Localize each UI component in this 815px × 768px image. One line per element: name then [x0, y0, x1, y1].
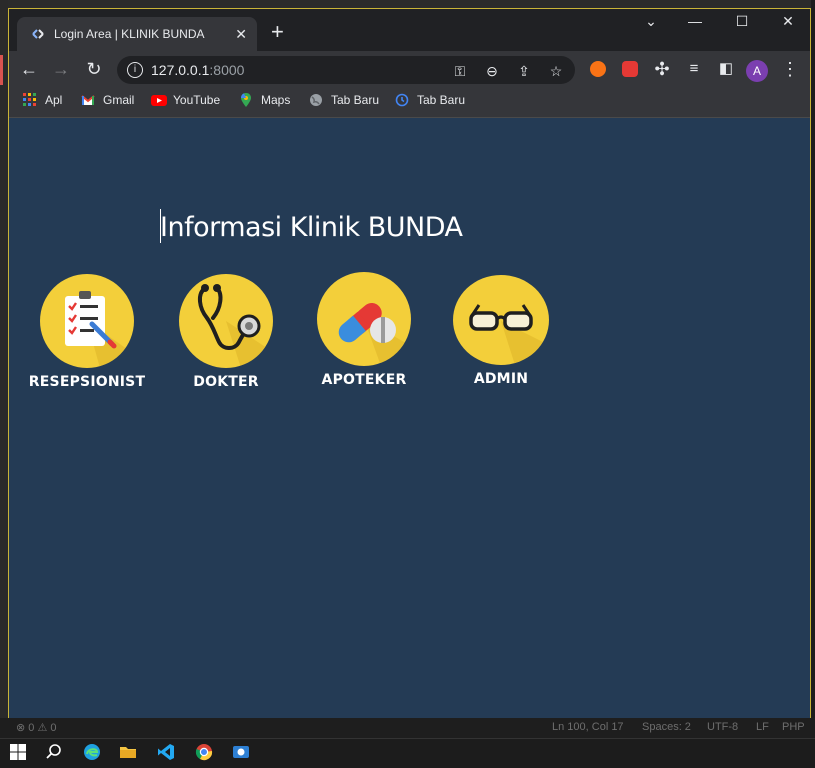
role-label: APOTEKER	[321, 372, 407, 388]
zoom-icon[interactable]: ⊖	[483, 62, 501, 80]
key-icon[interactable]: ⚿	[451, 62, 469, 80]
editor-statusbar: ⊗ 0 ⚠ 0 Ln 100, Col 17 Spaces: 2 UTF-8 L…	[0, 718, 815, 738]
vscode-icon[interactable]	[157, 743, 179, 765]
maps-icon	[239, 93, 253, 107]
forward-arrow-icon[interactable]: →	[49, 57, 73, 81]
language-mode[interactable]: PHP	[782, 721, 805, 733]
extension-red-icon[interactable]	[622, 61, 638, 77]
gmail-icon	[81, 93, 95, 107]
minimize-button[interactable]: —	[675, 13, 715, 29]
background-left-strip	[0, 0, 8, 740]
tab-search-chevron-icon[interactable]: ⌄	[631, 13, 671, 30]
close-window-button[interactable]: ✕	[768, 13, 808, 30]
role-apoteker[interactable]: APOTEKER	[304, 272, 424, 388]
bookmark-youtube[interactable]: YouTube	[151, 93, 220, 107]
role-resepsionist[interactable]: RESEPSIONIST	[27, 274, 147, 390]
background-accent	[0, 55, 3, 85]
chrome-icon[interactable]	[195, 743, 217, 765]
indentation[interactable]: Spaces: 2	[642, 721, 691, 733]
address-bar[interactable]: i 127.0.0.1:8000 ⚿ ⊖ ⇪ ☆	[117, 56, 575, 84]
pill-capsule-icon	[317, 272, 411, 366]
address-url[interactable]: 127.0.0.1:8000	[151, 62, 244, 78]
bookmark-label: Tab Baru	[417, 93, 466, 107]
bookmark-apl[interactable]: Apl	[23, 93, 62, 107]
windows-taskbar	[0, 738, 815, 768]
tab-title: Login Area | KLINIK BUNDA	[54, 27, 205, 41]
share-icon[interactable]: ⇪	[515, 62, 533, 80]
apps-grid-icon	[23, 93, 37, 107]
browser-tab-active[interactable]: Login Area | KLINIK BUNDA ✕	[17, 17, 257, 51]
role-admin[interactable]: ADMIN	[441, 275, 561, 387]
role-dokter[interactable]: DOKTER	[166, 274, 286, 390]
reading-list-icon[interactable]: ≡	[682, 57, 706, 81]
url-port: :8000	[209, 62, 245, 78]
glasses-icon	[453, 275, 549, 365]
reload-icon[interactable]: ↻	[82, 57, 106, 81]
bookmark-label: Tab Baru	[331, 93, 380, 107]
menu-kebab-icon[interactable]: ⋮	[778, 57, 802, 81]
site-favicon-icon	[30, 26, 46, 42]
extensions-puzzle-icon[interactable]: ✣	[650, 57, 674, 81]
site-info-icon[interactable]: i	[127, 62, 143, 78]
problems-indicator[interactable]: ⊗ 0 ⚠ 0	[16, 721, 56, 734]
edge-icon[interactable]	[83, 743, 105, 765]
history-icon	[395, 93, 409, 107]
role-label: ADMIN	[473, 371, 529, 387]
file-explorer-icon[interactable]	[119, 743, 141, 765]
bookmark-label: Gmail	[103, 93, 135, 107]
role-label: RESEPSIONIST	[28, 374, 146, 390]
bookmark-star-icon[interactable]: ☆	[547, 62, 565, 80]
bookmark-maps[interactable]: Maps	[239, 93, 290, 107]
bookmark-label: YouTube	[173, 93, 221, 107]
bookmark-label: Apl	[45, 93, 63, 107]
app-window-icon[interactable]	[232, 743, 254, 765]
search-icon[interactable]	[45, 743, 67, 765]
profile-avatar[interactable]: A	[746, 60, 768, 82]
side-panel-icon[interactable]: ◧	[714, 57, 738, 81]
stethoscope-icon	[179, 274, 273, 368]
bookmark-label: Maps	[261, 93, 291, 107]
clipboard-checklist-icon	[40, 274, 134, 368]
bookmark-gmail[interactable]: Gmail	[81, 93, 134, 107]
youtube-icon	[151, 93, 167, 107]
page-content: Informasi Klinik BUNDA RESEPSIONIST DOKT…	[9, 118, 810, 725]
line-ending[interactable]: LF	[756, 721, 769, 733]
bookmark-tab-baru-2[interactable]: Tab Baru	[395, 93, 465, 107]
browser-toolbar: ← → ↻ i 127.0.0.1:8000 ⚿ ⊖ ⇪ ☆ ✣ ≡ ◧ A ⋮	[9, 51, 810, 87]
maximize-button[interactable]: ☐	[722, 13, 762, 30]
windows-start-icon[interactable]	[9, 743, 31, 765]
close-tab-icon[interactable]: ✕	[235, 26, 247, 43]
encoding[interactable]: UTF-8	[707, 721, 738, 733]
back-arrow-icon[interactable]: ←	[17, 57, 41, 81]
bookmarks-bar: Apl Gmail YouTube Maps Tab Baru Tab Baru	[9, 87, 810, 118]
role-label: DOKTER	[193, 374, 259, 390]
extension-orange-icon[interactable]	[590, 61, 606, 77]
background-right-strip	[811, 0, 815, 740]
globe-icon	[309, 93, 323, 107]
browser-titlebar: Login Area | KLINIK BUNDA ✕ + ⌄ — ☐ ✕	[9, 9, 810, 51]
browser-window: Login Area | KLINIK BUNDA ✕ + ⌄ — ☐ ✕ ← …	[8, 8, 811, 726]
cursor-position[interactable]: Ln 100, Col 17	[552, 721, 624, 733]
new-tab-button[interactable]: +	[271, 21, 284, 43]
page-title: Informasi Klinik BUNDA	[160, 212, 463, 243]
url-host: 127.0.0.1	[151, 62, 210, 78]
bookmark-tab-baru-1[interactable]: Tab Baru	[309, 93, 379, 107]
